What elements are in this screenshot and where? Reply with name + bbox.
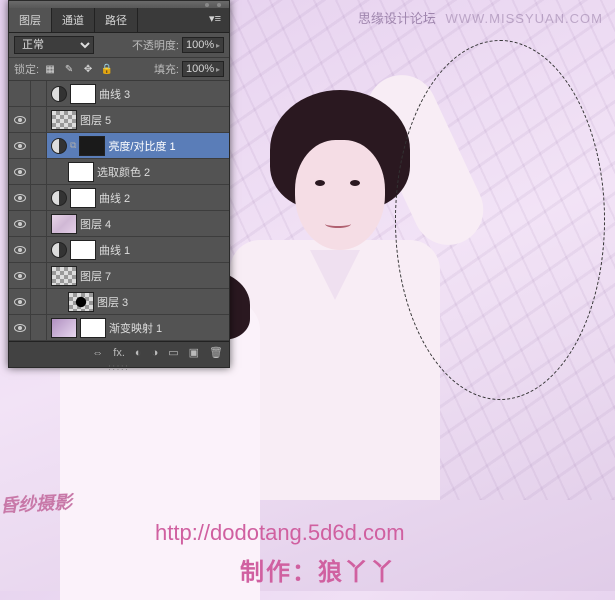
lock-label: 锁定: [14,61,39,77]
layers-list[interactable]: 曲线 3 图层 5 ⧉ 亮度/对比度 1 [9,81,229,341]
layer-name[interactable]: 图层 4 [80,216,111,232]
panel-menu-icon[interactable]: ▾≡ [201,8,229,32]
layer-row-curves3[interactable]: 曲线 3 [9,81,229,107]
layer-thumb[interactable] [51,318,77,338]
tab-channels[interactable]: 通道 [52,8,95,32]
lock-buttons: ▦ ✎ ✥ 🔒 [43,62,114,76]
layer-mask-thumb[interactable] [70,84,96,104]
visibility-toggle[interactable] [9,81,31,106]
adjustment-icon [51,190,67,206]
add-mask-icon[interactable]: ◐ [135,347,142,359]
visibility-toggle[interactable] [9,263,31,288]
layer-mask-thumb[interactable] [79,136,105,156]
layer-row-layer3[interactable]: 图层 3 [9,289,229,315]
delete-layer-icon[interactable]: 🗑 [209,346,223,359]
tab-layers[interactable]: 图层 [9,8,52,32]
layer-thumb[interactable] [51,110,77,130]
layer-row-layer7[interactable]: 图层 7 [9,263,229,289]
lock-transparency-icon[interactable]: ▦ [43,62,57,76]
panel-grip[interactable] [9,1,229,8]
adjustment-icon [51,242,67,258]
layer-name[interactable]: 亮度/对比度 1 [108,138,175,154]
layer-row-curves1[interactable]: 曲线 1 [9,237,229,263]
layer-name[interactable]: 图层 7 [80,268,111,284]
credit-author: 制作：狼丫丫 [240,552,396,587]
layer-row-brightness-contrast[interactable]: ⧉ 亮度/对比度 1 [9,133,229,159]
layer-thumb[interactable] [68,292,94,312]
link-icon: ⧉ [70,140,76,151]
panel-footer: ⇔ fx. ◐ ◑ ▭ ▣ 🗑 [9,341,229,363]
opacity-input[interactable]: 100%▸ [182,37,224,53]
link-layers-icon[interactable]: ⇔ [92,347,103,359]
new-layer-icon[interactable]: ▣ [189,346,199,359]
opacity-label: 不透明度: [132,37,179,53]
eye-icon [14,220,26,228]
layer-thumb[interactable] [51,266,77,286]
layer-name[interactable]: 曲线 3 [99,86,130,102]
layer-mask-thumb[interactable] [68,162,94,182]
adjustment-icon [51,138,67,154]
watermark-top: 思缘设计论坛 WWW.MISSYUAN.COM [358,8,603,27]
layer-name[interactable]: 选取颜色 2 [97,164,150,180]
layer-mask-thumb[interactable] [80,318,106,338]
eye-icon [14,246,26,254]
fill-input[interactable]: 100%▸ [182,61,224,77]
lock-all-icon[interactable]: 🔒 [100,62,114,76]
layer-mask-thumb[interactable] [70,240,96,260]
forum-name: 思缘设计论坛 [358,11,436,26]
visibility-toggle[interactable] [9,289,31,314]
chevron-right-icon[interactable]: ▸ [216,41,220,50]
layer-row-curves2[interactable]: 曲线 2 [9,185,229,211]
layer-style-button[interactable]: fx. [113,347,125,359]
layer-row-layer5[interactable]: 图层 5 [9,107,229,133]
layer-name[interactable]: 渐变映射 1 [109,320,162,336]
tab-paths[interactable]: 路径 [95,8,138,32]
chevron-right-icon[interactable]: ▸ [216,65,220,74]
watermark-left: 昏纱摄影 [0,488,73,518]
layer-name[interactable]: 图层 3 [97,294,128,310]
layer-row-gradient-map1[interactable]: 渐变映射 1 [9,315,229,341]
visibility-toggle[interactable] [9,237,31,262]
visibility-toggle[interactable] [9,315,31,340]
layer-mask-thumb[interactable] [70,188,96,208]
layers-panel[interactable]: 图层 通道 路径 ▾≡ 正常 不透明度: 100%▸ 锁定: ▦ ✎ ✥ 🔒 填… [8,0,230,368]
panel-resize-grip[interactable]: ::::: [9,363,229,367]
fill-label: 填充: [154,61,179,77]
layer-thumb[interactable] [51,214,77,234]
new-group-icon[interactable]: ▭ [168,346,178,359]
lock-fill-row: 锁定: ▦ ✎ ✥ 🔒 填充: 100%▸ [9,58,229,81]
layer-name[interactable]: 图层 5 [80,112,111,128]
panel-tabs: 图层 通道 路径 ▾≡ [9,8,229,33]
adjustment-icon [51,86,67,102]
visibility-toggle[interactable] [9,133,31,158]
eye-icon [14,272,26,280]
visibility-toggle[interactable] [9,211,31,236]
forum-url: WWW.MISSYUAN.COM [445,11,603,26]
eye-icon [14,298,26,306]
elliptical-selection-marquee[interactable] [395,40,605,400]
visibility-toggle[interactable] [9,185,31,210]
eye-icon [14,324,26,332]
layer-name[interactable]: 曲线 2 [99,190,130,206]
eye-icon [14,116,26,124]
layer-row-selective-color2[interactable]: 选取颜色 2 [9,159,229,185]
layer-name[interactable]: 曲线 1 [99,242,130,258]
eye-icon [14,194,26,202]
eye-icon [14,142,26,150]
credit-url: http://dodotang.5d6d.com [155,520,405,546]
layer-row-layer4[interactable]: 图层 4 [9,211,229,237]
lock-position-icon[interactable]: ✥ [81,62,95,76]
eye-icon [14,168,26,176]
visibility-toggle[interactable] [9,159,31,184]
lock-pixels-icon[interactable]: ✎ [62,62,76,76]
visibility-toggle[interactable] [9,107,31,132]
blend-opacity-row: 正常 不透明度: 100%▸ [9,33,229,58]
blend-mode-select[interactable]: 正常 [14,36,94,54]
new-adjustment-icon[interactable]: ◑ [152,347,159,359]
